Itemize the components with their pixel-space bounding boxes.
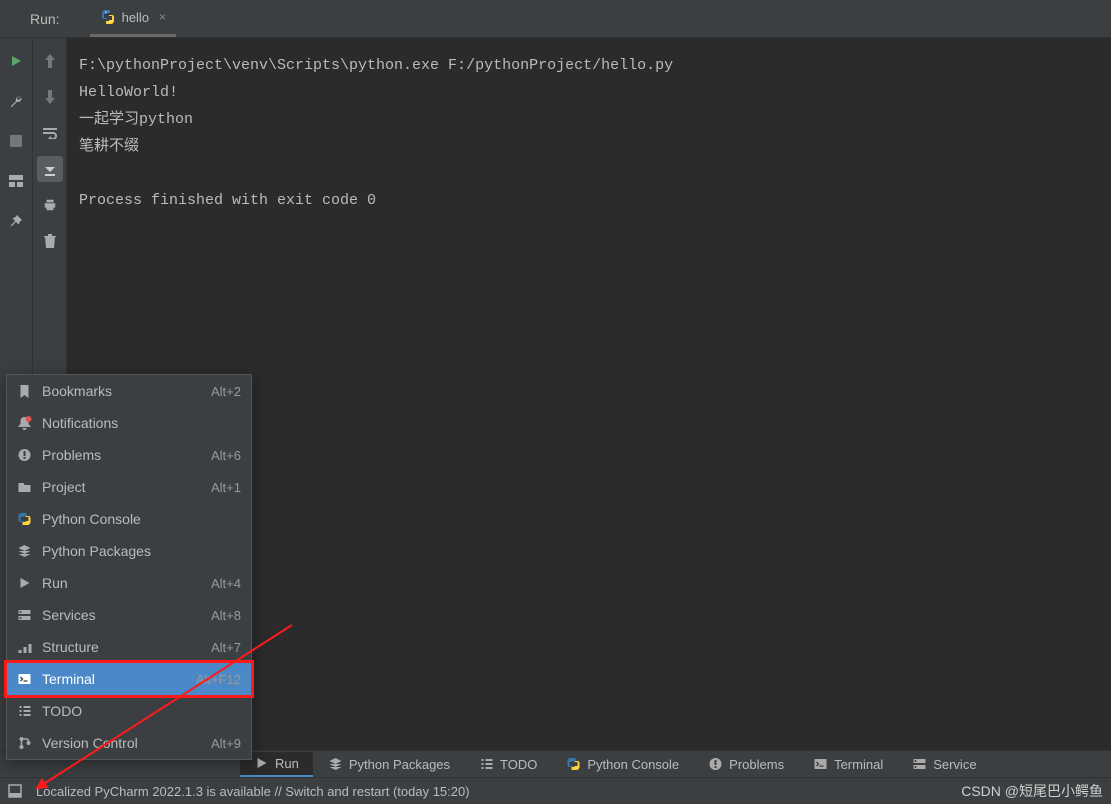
- tool-window-label: TODO: [500, 757, 537, 772]
- tool-window-label: Service: [933, 757, 976, 772]
- popup-item-version-control[interactable]: Version Control Alt+9: [7, 727, 251, 759]
- tool-window-todo[interactable]: TODO: [465, 752, 551, 777]
- bookmark-icon: [17, 384, 32, 398]
- python-icon: [566, 757, 581, 771]
- popup-item-shortcut: Alt+9: [211, 736, 241, 751]
- vcs-icon: [17, 736, 32, 750]
- popup-item-services[interactable]: Services Alt+8: [7, 599, 251, 631]
- popup-item-label: Problems: [42, 447, 101, 463]
- popup-item-shortcut: Alt+7: [211, 640, 241, 655]
- wrench-button[interactable]: [3, 88, 29, 114]
- warning-icon: [708, 757, 723, 771]
- scroll-to-end-button[interactable]: [37, 156, 63, 182]
- popup-item-label: Terminal: [42, 671, 95, 687]
- down-arrow-button[interactable]: [37, 84, 63, 110]
- run-tab-hello[interactable]: hello ×: [90, 1, 176, 37]
- tool-window-python-console[interactable]: Python Console: [552, 752, 693, 777]
- tool-window-terminal[interactable]: Terminal: [799, 752, 897, 777]
- stack-icon: [328, 757, 343, 771]
- todo-icon: [17, 704, 32, 718]
- play-icon: [254, 756, 269, 770]
- popup-item-shortcut: Alt+4: [211, 576, 241, 591]
- structure-icon: [17, 640, 32, 654]
- layout-button[interactable]: [3, 168, 29, 194]
- popup-item-terminal[interactable]: Terminal Alt+F12: [7, 663, 251, 695]
- tool-window-label: Python Console: [587, 757, 679, 772]
- todo-icon: [479, 757, 494, 771]
- python-file-icon: [100, 9, 116, 25]
- popup-item-label: Structure: [42, 639, 99, 655]
- tool-window-label: Terminal: [834, 757, 883, 772]
- close-tab-icon[interactable]: ×: [159, 10, 166, 24]
- bell-icon: [17, 416, 32, 430]
- services-icon: [17, 608, 32, 622]
- popup-item-shortcut: Alt+2: [211, 384, 241, 399]
- tool-window-problems[interactable]: Problems: [694, 752, 798, 777]
- print-button[interactable]: [37, 192, 63, 218]
- popup-item-project[interactable]: Project Alt+1: [7, 471, 251, 503]
- popup-item-shortcut: Alt+8: [211, 608, 241, 623]
- tool-window-label: Python Packages: [349, 757, 450, 772]
- popup-item-problems[interactable]: Problems Alt+6: [7, 439, 251, 471]
- popup-item-structure[interactable]: Structure Alt+7: [7, 631, 251, 663]
- popup-item-shortcut: Alt+1: [211, 480, 241, 495]
- popup-item-label: Project: [42, 479, 86, 495]
- run-label: Run:: [30, 11, 60, 27]
- tool-window-label: Run: [275, 756, 299, 771]
- popup-item-label: Version Control: [42, 735, 138, 751]
- folder-icon: [17, 480, 32, 494]
- services-icon: [912, 757, 927, 771]
- terminal-icon: [813, 757, 828, 771]
- watermark: CSDN @短尾巴小鳄鱼: [961, 781, 1103, 801]
- statusbar-tool-icon[interactable]: [8, 784, 22, 798]
- tool-window-popup: Bookmarks Alt+2 Notifications Problems Alt+6…: [6, 374, 252, 760]
- tool-window-label: Problems: [729, 757, 784, 772]
- popup-item-todo[interactable]: TODO: [7, 695, 251, 727]
- popup-item-label: Bookmarks: [42, 383, 112, 399]
- popup-item-notifications[interactable]: Notifications: [7, 407, 251, 439]
- status-message[interactable]: Localized PyCharm 2022.1.3 is available …: [36, 784, 470, 799]
- popup-item-python-packages[interactable]: Python Packages: [7, 535, 251, 567]
- tool-window-service[interactable]: Service: [898, 752, 990, 777]
- popup-item-label: Services: [42, 607, 96, 623]
- popup-item-label: Run: [42, 575, 68, 591]
- status-bar: Localized PyCharm 2022.1.3 is available …: [0, 777, 1111, 804]
- pin-button[interactable]: [3, 208, 29, 234]
- popup-item-run[interactable]: Run Alt+4: [7, 567, 251, 599]
- popup-item-shortcut: Alt+6: [211, 448, 241, 463]
- tab-label: hello: [122, 10, 149, 25]
- tool-window-python-packages[interactable]: Python Packages: [314, 752, 464, 777]
- up-arrow-button[interactable]: [37, 48, 63, 74]
- popup-item-label: Notifications: [42, 415, 118, 431]
- terminal-icon: [17, 672, 32, 686]
- rerun-button[interactable]: [3, 48, 29, 74]
- popup-item-shortcut: Alt+F12: [196, 672, 241, 687]
- popup-item-label: TODO: [42, 703, 82, 719]
- warning-icon: [17, 448, 32, 462]
- popup-item-bookmarks[interactable]: Bookmarks Alt+2: [7, 375, 251, 407]
- stop-button[interactable]: [3, 128, 29, 154]
- soft-wrap-button[interactable]: [37, 120, 63, 146]
- popup-item-python-console[interactable]: Python Console: [7, 503, 251, 535]
- run-tabbar: Run: hello ×: [0, 0, 1111, 38]
- popup-item-label: Python Console: [42, 511, 141, 527]
- stack-icon: [17, 544, 32, 558]
- popup-item-label: Python Packages: [42, 543, 151, 559]
- play-icon: [17, 576, 32, 590]
- python-icon: [17, 512, 32, 526]
- clear-button[interactable]: [37, 228, 63, 254]
